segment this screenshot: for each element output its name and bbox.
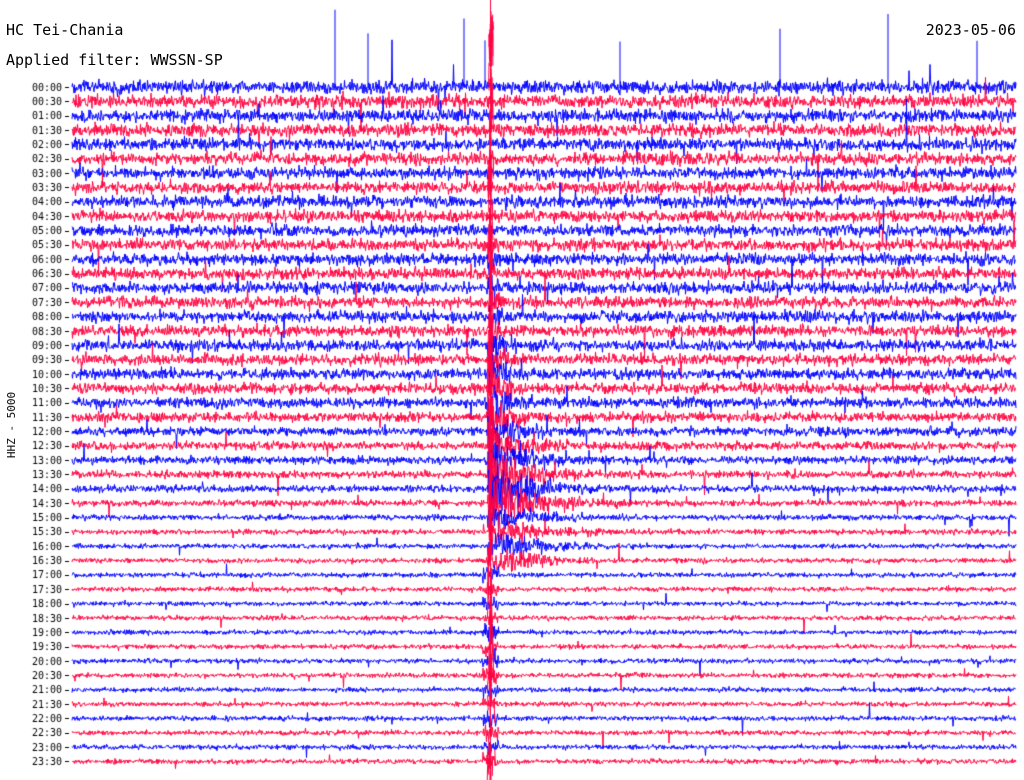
- filter-label: Applied filter: WWSSN-SP: [6, 51, 223, 69]
- channel-label: HHZ - 5000: [5, 391, 18, 459]
- date-label: 2023-05-06: [925, 21, 1016, 39]
- helicorder-plot: [0, 0, 1024, 780]
- station-title: HC Tei-Chania: [6, 21, 124, 39]
